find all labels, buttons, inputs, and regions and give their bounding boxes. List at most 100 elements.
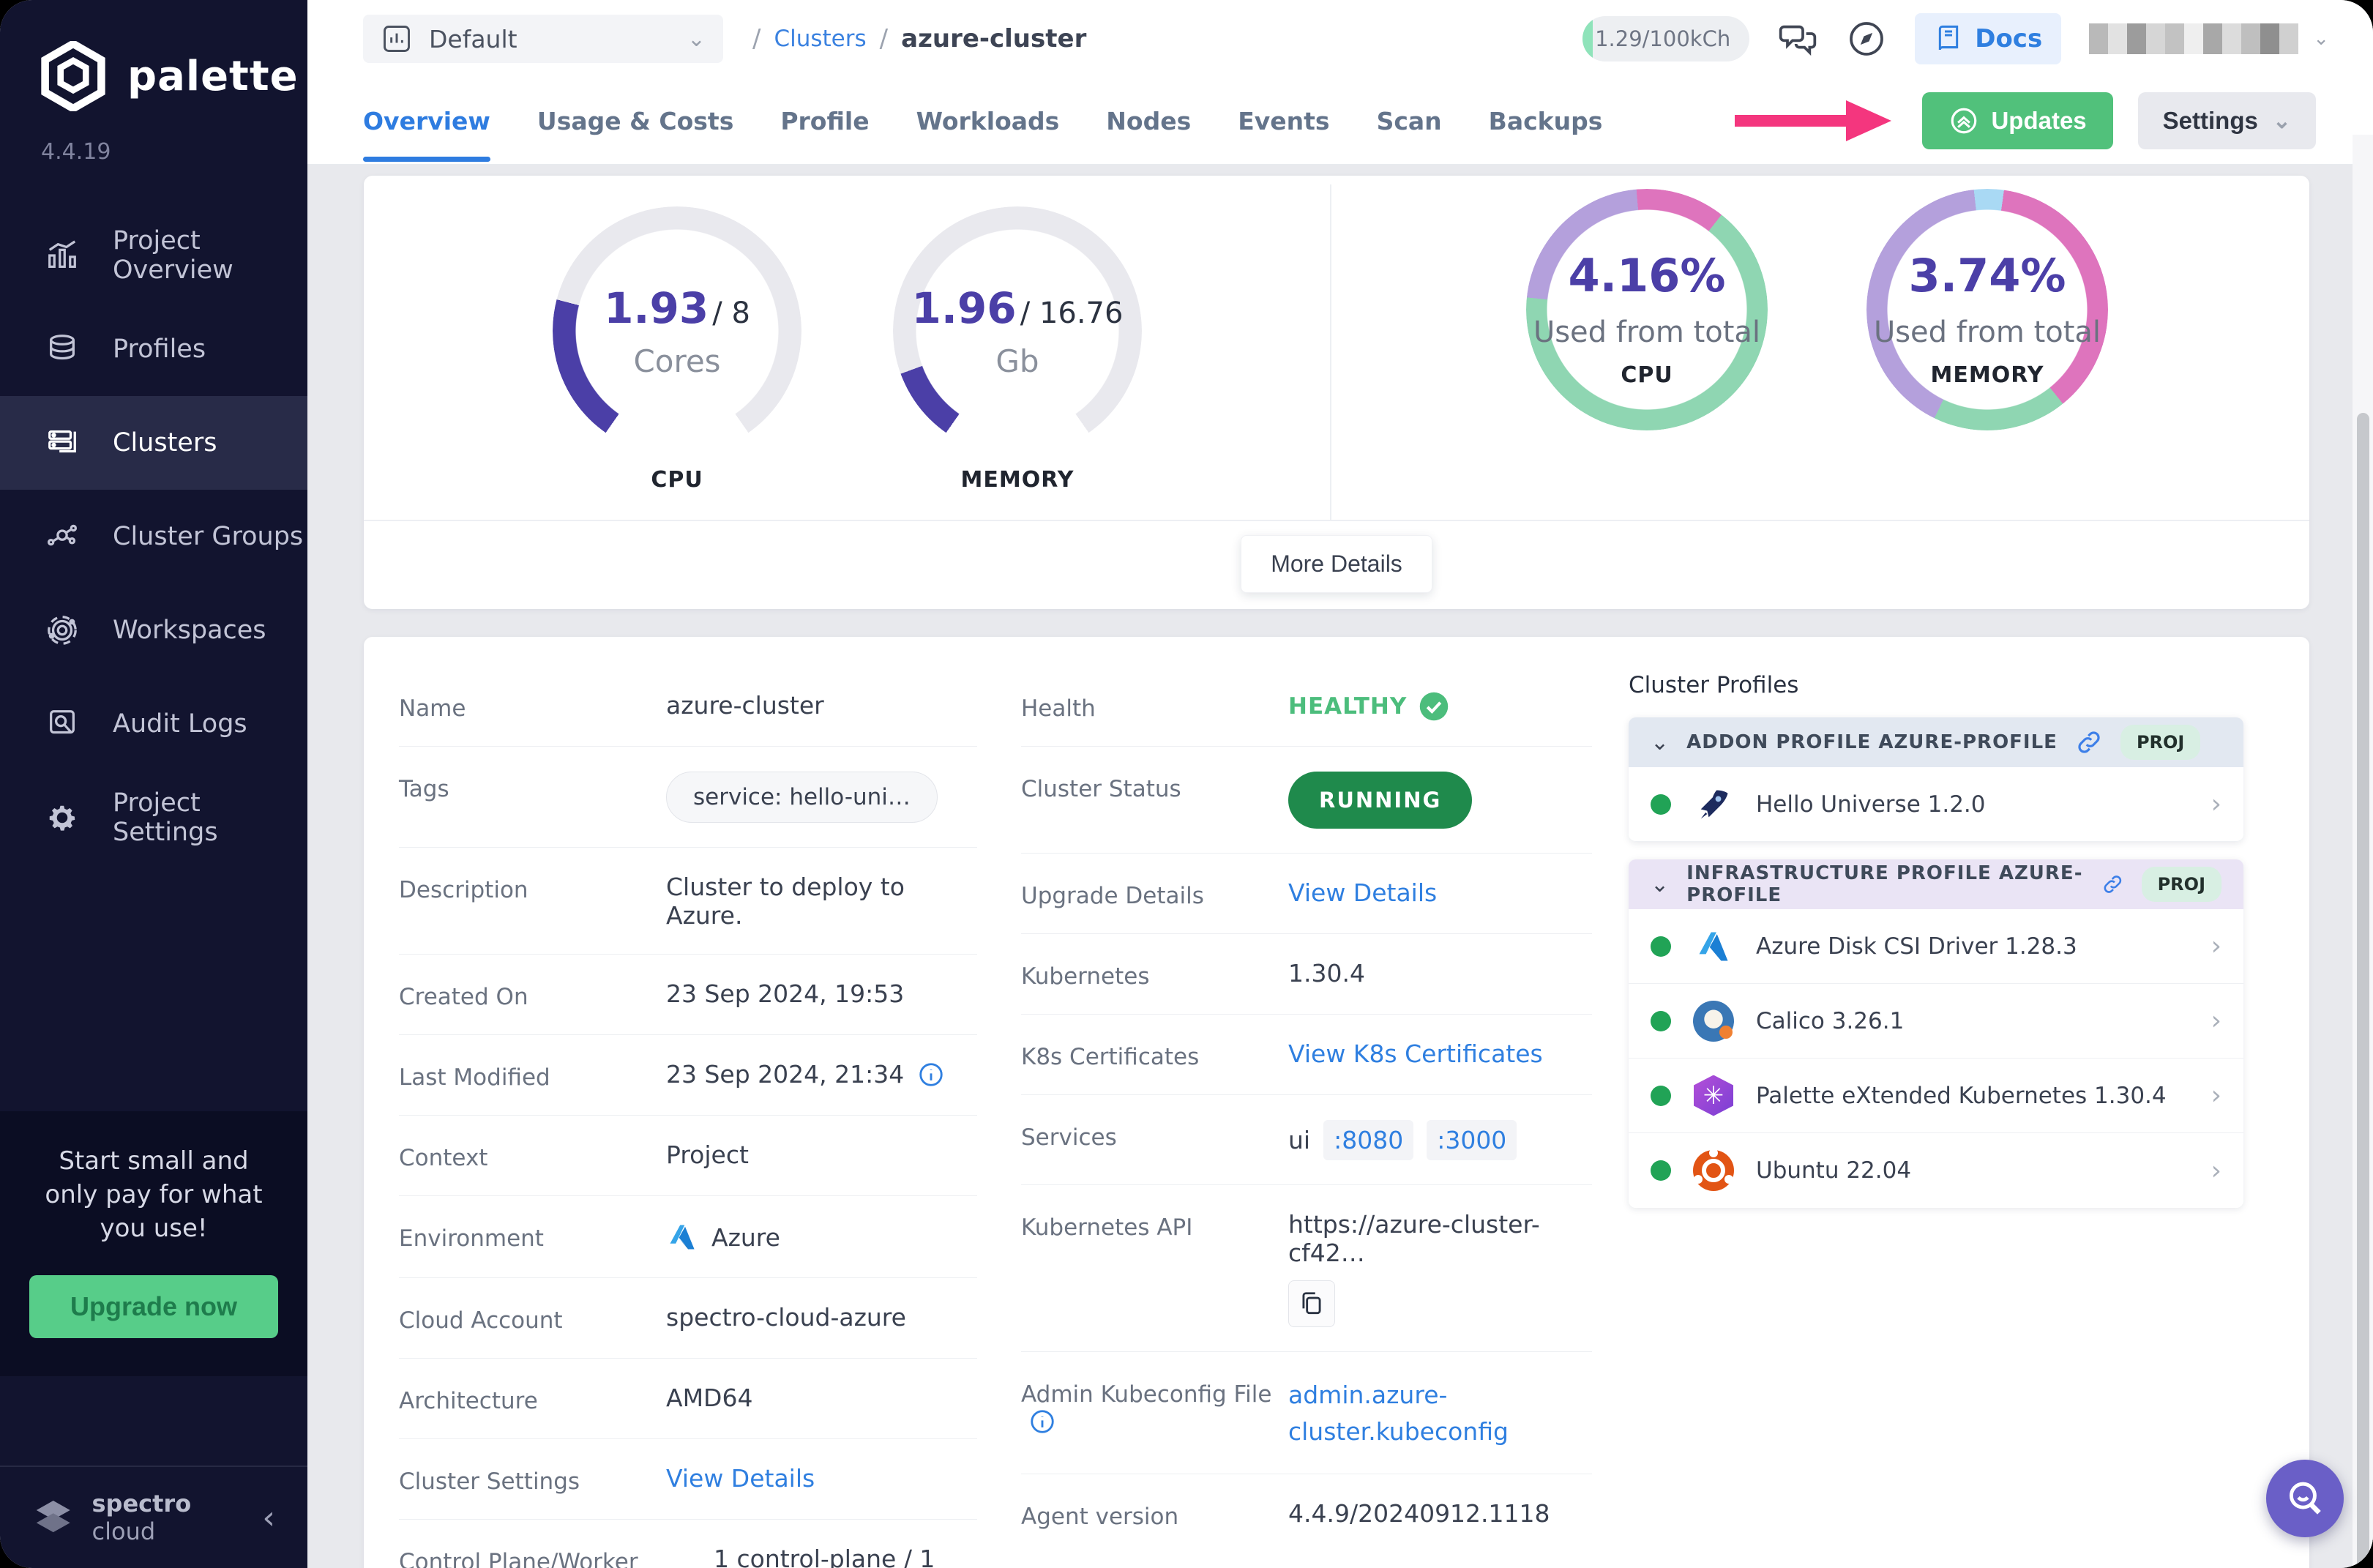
info-icon[interactable] <box>917 1061 945 1089</box>
service-port-3000-link[interactable]: :3000 <box>1427 1120 1517 1160</box>
memory-gauge: 1.96 / 16.76 Gb <box>893 206 1142 455</box>
azure-icon <box>1693 926 1734 967</box>
docs-label: Docs <box>1975 24 2042 53</box>
spectro-cloud-logo-icon <box>32 1494 75 1541</box>
profile-row-ubuntu[interactable]: Ubuntu 22.04 › <box>1629 1133 2243 1208</box>
detail-row-cluster-status: Cluster StatusRUNNING <box>1021 747 1592 854</box>
detail-row-kubernetes: Kubernetes1.30.4 <box>1021 934 1592 1015</box>
memory-unit: Gb <box>995 343 1039 379</box>
detail-row-kubeconfig: Admin Kubeconfig File admin.azure-cluste… <box>1021 1352 1592 1474</box>
profile-row-azure-disk-csi[interactable]: Azure Disk CSI Driver 1.28.3 › <box>1629 909 2243 984</box>
scrollbar-thumb[interactable] <box>2357 413 2369 1568</box>
tab-nodes[interactable]: Nodes <box>1106 81 1191 162</box>
usage-credits-pill[interactable]: 1.29/100kCh <box>1582 16 1749 61</box>
view-k8s-certificates-link[interactable]: View K8s Certificates <box>1288 1039 1543 1068</box>
sidebar-collapse-button[interactable]: ‹ <box>262 1499 275 1537</box>
detail-row-kubernetes-api: Kubernetes APIhttps://azure-cluster-cf42… <box>1021 1185 1592 1352</box>
chevron-right-icon: › <box>2211 789 2221 819</box>
link-icon <box>2075 728 2103 756</box>
infrastructure-profile-header[interactable]: ⌄ INFRASTRUCTURE PROFILE AZURE-PROFILE P… <box>1629 859 2243 909</box>
tab-overview[interactable]: Overview <box>363 81 490 162</box>
detail-row-environment: Environment Azure <box>399 1196 977 1278</box>
tab-events[interactable]: Events <box>1238 81 1329 162</box>
tab-usage-costs[interactable]: Usage & Costs <box>537 81 733 162</box>
tab-actions: Updates Settings ⌄ <box>1729 92 2373 150</box>
copy-icon <box>1298 1290 1326 1318</box>
breadcrumb-clusters-link[interactable]: Clusters <box>774 26 866 52</box>
status-dot-green <box>1651 1160 1671 1181</box>
profile-section-name: ADDON PROFILE AZURE-PROFILE <box>1686 731 2058 753</box>
addon-profile-header[interactable]: ⌄ ADDON PROFILE AZURE-PROFILE PROJ <box>1629 717 2243 767</box>
search-assistant-fab[interactable] <box>2266 1460 2344 1537</box>
detail-row-services: Servicesui :8080 :3000 <box>1021 1095 1592 1185</box>
palette-logo-icon <box>38 41 108 111</box>
check-circle-icon <box>1419 691 1449 722</box>
sidebar-footer: spectro cloud ‹ <box>0 1466 307 1568</box>
detail-row-name: Nameazure-cluster <box>399 666 977 747</box>
updates-button[interactable]: Updates <box>1922 92 2112 149</box>
memory-gauge-label: MEMORY <box>893 467 1142 493</box>
vertical-scrollbar[interactable] <box>2353 135 2373 1568</box>
details-middle-column: HealthHEALTHY Cluster StatusRUNNING Upgr… <box>1021 666 1592 1554</box>
sidebar-item-cluster-groups[interactable]: Cluster Groups <box>0 490 307 583</box>
detail-row-agent-version: Agent version4.4.9/20240912.1118 <box>1021 1474 1592 1554</box>
sidebar-item-profiles[interactable]: Profiles <box>0 302 307 396</box>
sidebar-item-workspaces[interactable]: Workspaces <box>0 583 307 677</box>
infrastructure-profile-section: ⌄ INFRASTRUCTURE PROFILE AZURE-PROFILE P… <box>1629 859 2243 1208</box>
status-dot-green <box>1651 936 1671 957</box>
service-port-8080-link[interactable]: :8080 <box>1323 1120 1413 1160</box>
tab-backups[interactable]: Backups <box>1489 81 1603 162</box>
status-dot-green <box>1651 1011 1671 1031</box>
sidebar-item-label: Workspaces <box>113 616 266 645</box>
azure-icon <box>666 1221 698 1253</box>
sidebar-item-project-settings[interactable]: Project Settings <box>0 771 307 865</box>
sidebar-item-label: Audit Logs <box>113 709 247 739</box>
pxk-hexagon-icon: ✳ <box>1693 1075 1734 1116</box>
info-icon[interactable] <box>1028 1408 1056 1436</box>
detail-row-architecture: ArchitectureAMD64 <box>399 1359 977 1439</box>
profile-row-pxk[interactable]: ✳ Palette eXtended Kubernetes 1.30.4 › <box>1629 1059 2243 1133</box>
chevron-right-icon: › <box>2211 1006 2221 1036</box>
server-icon <box>45 426 79 460</box>
more-details-button[interactable]: More Details <box>1241 535 1432 593</box>
upgrade-view-details-link[interactable]: View Details <box>1288 878 1437 907</box>
tab-profile[interactable]: Profile <box>780 81 869 162</box>
profile-row-calico[interactable]: Calico 3.26.1 › <box>1629 984 2243 1059</box>
memory-usage-percent: 3.74% <box>1908 249 2066 302</box>
calico-cat-icon <box>1693 1001 1734 1042</box>
tab-workloads[interactable]: Workloads <box>916 81 1060 162</box>
profile-item-name: Azure Disk CSI Driver 1.28.3 <box>1756 933 2077 960</box>
memory-total-value: / 16.76 <box>1020 296 1124 330</box>
sidebar-item-clusters[interactable]: Clusters <box>0 396 307 490</box>
compass-icon[interactable] <box>1846 18 1887 59</box>
project-selector[interactable]: Default ⌄ <box>363 15 723 63</box>
topbar-right: 1.29/100kCh Docs ⌄ <box>1582 13 2373 64</box>
tag-pill[interactable]: service: hello-uni… <box>666 772 938 823</box>
user-menu[interactable]: ⌄ <box>2089 23 2329 54</box>
sidebar-item-audit-logs[interactable]: Audit Logs <box>0 677 307 771</box>
breadcrumb-separator: / <box>880 24 888 53</box>
user-name-redacted <box>2089 23 2298 54</box>
cluster-settings-view-details-link[interactable]: View Details <box>666 1464 815 1493</box>
ubuntu-icon <box>1693 1150 1734 1191</box>
sidebar-item-label: Project Settings <box>113 788 307 847</box>
tabs: Overview Usage & Costs Profile Workloads… <box>363 81 1602 162</box>
cpu-gauge-label: CPU <box>553 467 801 493</box>
settings-button[interactable]: Settings ⌄ <box>2138 92 2316 149</box>
layers-icon <box>45 332 79 366</box>
sidebar-item-project-overview[interactable]: Project Overview <box>0 209 307 302</box>
copy-api-url-button[interactable] <box>1288 1280 1335 1327</box>
kubeconfig-download-link[interactable]: admin.azure-cluster.kubeconfig <box>1288 1377 1530 1449</box>
bar-chart-icon <box>45 239 79 272</box>
sidebar-item-label: Profiles <box>113 335 206 364</box>
chat-messages-icon[interactable] <box>1777 18 1818 59</box>
sidebar-item-label: Cluster Groups <box>113 522 303 551</box>
docs-button[interactable]: Docs <box>1915 13 2061 64</box>
upgrade-now-button[interactable]: Upgrade now <box>29 1275 278 1338</box>
tab-scan[interactable]: Scan <box>1377 81 1442 162</box>
spectro-cloud-wordmark: spectro cloud <box>92 1490 245 1545</box>
divider <box>1330 184 1331 520</box>
metrics-card: 1.93 / 8 Cores CPU 1.96 / 16.76 Gb MEMOR… <box>364 176 2309 609</box>
orbit-icon <box>45 613 79 647</box>
profile-row-hello-universe[interactable]: Hello Universe 1.2.0 › <box>1629 767 2243 842</box>
